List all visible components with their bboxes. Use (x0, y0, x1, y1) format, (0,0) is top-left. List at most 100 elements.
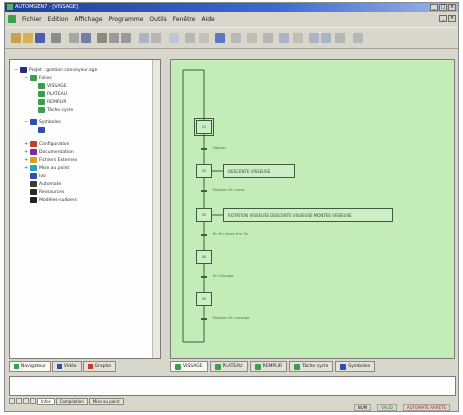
tab-tache-cycle[interactable]: Tâche cycle (289, 361, 334, 372)
transition-label: Départ (213, 145, 227, 150)
resources-icon (30, 189, 37, 195)
tree-item-folio[interactable]: Tâche cycle (38, 106, 73, 114)
status-valid: VALID (377, 404, 397, 411)
grafcet-step[interactable]: 30 (196, 208, 212, 222)
tab-plateau[interactable]: PLATEAU (209, 361, 248, 372)
collapse-icon[interactable]: − (24, 119, 28, 125)
close-button[interactable]: × (448, 4, 456, 11)
grid-icon[interactable] (121, 33, 131, 43)
video-icon (56, 364, 62, 369)
tree-item-symbol[interactable] (38, 126, 45, 134)
grafcet-step[interactable]: 40 (196, 250, 212, 264)
grid-icon[interactable] (109, 33, 119, 43)
step-icon[interactable] (185, 33, 195, 43)
tree-item-iris[interactable]: Ivo (24, 172, 46, 180)
status-num: NUM (353, 404, 372, 411)
expand-icon[interactable]: + (24, 157, 28, 163)
menu-fenetre[interactable]: Fenêtre (173, 16, 196, 23)
project-icon (20, 67, 27, 73)
tab-symboles[interactable]: Symboles (335, 361, 376, 372)
tab-navigator[interactable]: Navigateur (9, 361, 51, 372)
link-icon[interactable] (215, 33, 225, 43)
collapse-icon[interactable]: − (14, 67, 18, 73)
tree-item-folio[interactable]: PLATEAU (38, 90, 67, 98)
transition-bar[interactable] (201, 234, 207, 236)
cut-icon[interactable] (69, 33, 79, 43)
action-box[interactable]: DESCENTE VISSEUSE (223, 164, 295, 178)
tree-item-folios[interactable]: − Folios (24, 74, 52, 82)
tree-item-folio[interactable]: REMPLIR (38, 98, 67, 106)
zoom-icon[interactable] (293, 33, 303, 43)
menu-programme[interactable]: Programme (109, 16, 144, 23)
expand-icon[interactable]: + (24, 141, 28, 147)
close-icon[interactable] (309, 33, 319, 43)
tree-scrollbar[interactable] (152, 60, 160, 358)
tree-item-documentation[interactable]: + Documentation (24, 148, 74, 156)
tab-graph[interactable]: Graphe (82, 361, 117, 372)
transition-icon[interactable] (199, 33, 209, 43)
grafcet-step[interactable]: 50 (196, 292, 212, 306)
menu-edition[interactable]: Edition (48, 16, 69, 23)
menu-affichage[interactable]: Affichage (74, 16, 102, 23)
copy-icon[interactable] (81, 33, 91, 43)
transition-label: Position fin vissage (213, 315, 250, 320)
zoom-out-icon[interactable] (247, 33, 257, 43)
external-files-icon (30, 157, 37, 163)
app-icon (7, 4, 13, 10)
tree-item-project[interactable]: − Projet : gestion convoyeur.agn (14, 66, 97, 74)
minimize-button[interactable]: _ (430, 4, 438, 11)
transition-bar[interactable] (201, 318, 207, 320)
new-icon[interactable] (11, 33, 21, 43)
menu-aide[interactable]: Aide (201, 16, 214, 23)
compile-icon[interactable] (169, 33, 179, 43)
gear-icon[interactable] (335, 33, 345, 43)
print-icon[interactable] (51, 33, 61, 43)
transition-bar[interactable] (201, 148, 207, 150)
tree-item-resources[interactable]: Ressources (24, 188, 64, 196)
tree-item-debug[interactable]: + Mise au point (24, 164, 69, 172)
window-icon[interactable] (353, 33, 363, 43)
plc-icon (30, 181, 37, 187)
menu-outils[interactable]: Outils (149, 16, 166, 23)
maximize-button[interactable]: □ (439, 4, 447, 11)
save-icon[interactable] (35, 33, 45, 43)
doc-minimize-button[interactable]: _ (439, 15, 447, 22)
folio-icon (254, 363, 261, 370)
stop-icon[interactable] (151, 33, 161, 43)
configuration-icon (30, 141, 37, 147)
output-panel[interactable] (9, 376, 456, 396)
zoom-icon[interactable] (279, 33, 289, 43)
window-icon[interactable] (321, 33, 331, 43)
status-plc: AUTOMATE ARRÊTÉ (402, 404, 450, 411)
tree-item-external-files[interactable]: + Fichiers Externes (24, 156, 77, 164)
action-box[interactable]: ROTATION VISSEUSE DESCENTE VISSEUSE MONT… (223, 208, 393, 222)
tab-vissage[interactable]: VISSAGE (170, 361, 208, 372)
tree-item-models[interactable]: Modèles-sudoers (24, 196, 77, 204)
folio-icon (214, 363, 221, 370)
tree-item-symbols[interactable]: − Symboles (24, 118, 61, 126)
help-icon[interactable] (263, 33, 273, 43)
tab-remplir[interactable]: REMPLIR (249, 361, 288, 372)
folio-icon (38, 99, 45, 105)
expand-icon[interactable]: + (24, 165, 28, 171)
open-icon[interactable] (23, 33, 33, 43)
transition-label: fin Vissage (213, 273, 234, 278)
tab-video[interactable]: Vidéo (51, 361, 82, 372)
collapse-icon[interactable]: − (24, 75, 28, 81)
transition-bar[interactable] (201, 190, 207, 192)
menu-fichier[interactable]: Fichier (22, 16, 42, 23)
folio-icon (38, 107, 45, 113)
tree-item-configuration[interactable]: + Configuration (24, 140, 70, 148)
grafcet-editor[interactable]: 10 Départ 20 DESCENTE VISSEUSE Position … (170, 59, 455, 359)
grafcet-step[interactable]: 20 (196, 164, 212, 178)
transition-bar[interactable] (201, 276, 207, 278)
doc-close-button[interactable]: × (448, 15, 456, 22)
run-icon[interactable] (139, 33, 149, 43)
expand-icon[interactable]: + (24, 149, 28, 155)
zoom-in-icon[interactable] (231, 33, 241, 43)
tree-item-folio[interactable]: VISSAGE (38, 82, 67, 90)
folio-icon (38, 91, 45, 97)
paste-icon[interactable] (97, 33, 107, 43)
grafcet-step[interactable]: 10 (194, 118, 214, 136)
tree-item-plc[interactable]: Automate (24, 180, 61, 188)
